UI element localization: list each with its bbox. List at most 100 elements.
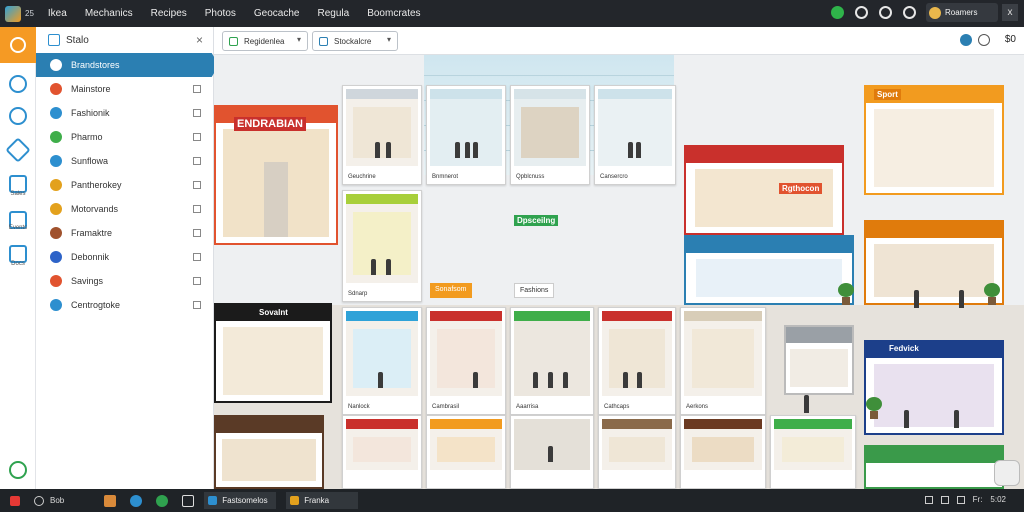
store-chip[interactable]: Sonafsom <box>430 283 472 298</box>
sidebar-item-checkbox[interactable] <box>193 109 201 117</box>
search-icon[interactable] <box>9 75 27 93</box>
category-icon <box>50 59 62 71</box>
store-card-caption: Aaarrisa <box>516 404 539 410</box>
sidebar-item-label: Motorvands <box>71 204 119 214</box>
sidebar-item-checkbox[interactable] <box>193 85 201 93</box>
start-icon[interactable] <box>10 495 20 506</box>
view-select[interactable]: Stockalcre ▾ <box>312 31 398 51</box>
store-card[interactable] <box>342 415 422 489</box>
store-app-icon[interactable] <box>182 494 195 507</box>
store-card[interactable]: Sdnarp <box>342 190 422 302</box>
menu-item-recipes[interactable]: Recipes <box>151 8 187 19</box>
storefront-right-3[interactable] <box>684 235 854 305</box>
browser-icon[interactable] <box>130 494 143 507</box>
sidebar-item-checkbox[interactable] <box>193 253 201 261</box>
chat-icon[interactable] <box>9 107 27 125</box>
close-button[interactable]: x <box>1002 4 1018 21</box>
store-card[interactable]: Aaarrisa <box>510 307 594 415</box>
shopper <box>904 410 909 428</box>
refresh-icon[interactable] <box>960 34 972 46</box>
app-logo-icon[interactable] <box>5 5 21 22</box>
chat-assistant-button[interactable] <box>994 460 1020 486</box>
store-card[interactable]: Bnmnerot <box>426 85 506 185</box>
rail-label-sales: Sales <box>10 191 26 197</box>
menu-item-mechanics[interactable]: Mechanics <box>85 8 133 19</box>
search-icon[interactable] <box>34 495 44 506</box>
store-card[interactable] <box>680 415 766 489</box>
filter-select[interactable]: Regidenlea ▾ <box>222 31 308 51</box>
menu-item-boomcrates[interactable]: Boomcrates <box>367 8 420 19</box>
sidebar-item[interactable]: Debonnik <box>36 245 213 269</box>
sidebar-item[interactable]: Savings <box>36 269 213 293</box>
info-icon[interactable] <box>978 34 990 46</box>
storefront-right-5[interactable] <box>864 340 1004 435</box>
sidebar-item-label: Fashionik <box>71 108 110 118</box>
sidebar-item[interactable]: Pantherokey <box>36 173 213 197</box>
store-card[interactable]: Geuchrine <box>342 85 422 185</box>
store-card[interactable]: Qpblcnuss <box>510 85 590 185</box>
storefront-right-2[interactable] <box>864 85 1004 195</box>
sidebar-item[interactable]: Brandstores <box>36 53 219 77</box>
tray-time[interactable]: 5:02 <box>990 495 1006 504</box>
mall-scene[interactable]: ENDRABIAN Sport Fedvick Sovalnt Geuchrin… <box>214 55 1024 489</box>
store-card-caption: Bnmnerot <box>432 174 459 180</box>
status-online-icon[interactable] <box>831 6 844 19</box>
category-icon <box>50 203 62 215</box>
sidebar-item[interactable]: Centrogtoke <box>36 293 213 317</box>
storefront-right-6[interactable] <box>784 325 854 395</box>
sidebar-item[interactable]: Mainstore <box>36 77 213 101</box>
sidebar-item[interactable]: Sunflowa <box>36 149 213 173</box>
chrome-icon[interactable] <box>156 494 169 507</box>
store-card[interactable]: Cathcaps <box>598 307 676 415</box>
store-chip[interactable]: Fashions <box>514 283 555 298</box>
store-card[interactable]: Cansercro <box>594 85 676 185</box>
plant-icon <box>838 283 854 305</box>
help-icon[interactable] <box>903 6 916 19</box>
sidebar-item[interactable]: Pharmo <box>36 125 213 149</box>
sidebar-item[interactable]: Fashionik <box>36 101 213 125</box>
taskbar-search-label[interactable]: Bob <box>50 496 64 505</box>
category-icon <box>50 83 62 95</box>
menu-item-regula[interactable]: Regula <box>318 8 350 19</box>
store-card[interactable] <box>770 415 856 489</box>
store-card-caption: Sdnarp <box>348 291 368 297</box>
volume-icon[interactable] <box>940 495 949 504</box>
battery-icon[interactable] <box>956 495 965 504</box>
sidebar-item-checkbox[interactable] <box>193 277 201 285</box>
storefront-bottom-left[interactable] <box>214 415 324 489</box>
sidebar-item-checkbox[interactable] <box>193 133 201 141</box>
store-card[interactable] <box>426 415 506 489</box>
storefront-right-4[interactable] <box>864 220 1004 305</box>
menu-item-geocache[interactable]: Geocache <box>254 8 300 19</box>
status-icon[interactable] <box>9 461 27 479</box>
settings-icon[interactable] <box>879 6 892 19</box>
sidebar-item[interactable]: Motorvands <box>36 197 213 221</box>
notification-icon[interactable] <box>855 6 868 19</box>
store-card[interactable] <box>510 415 594 489</box>
user-menu[interactable]: Roamers <box>926 3 998 22</box>
sidebar-item-label: Brandstores <box>71 60 120 70</box>
folder-icon[interactable] <box>104 494 117 507</box>
sidebar-item-checkbox[interactable] <box>193 205 201 213</box>
sidebar-item-checkbox[interactable] <box>193 157 201 165</box>
sidebar-item[interactable]: Framaktre <box>36 221 213 245</box>
menu-item-ikea[interactable]: Ikea <box>48 8 67 19</box>
storefront-right-7[interactable] <box>864 445 1004 489</box>
store-card-caption: Nanlock <box>348 404 370 410</box>
sidebar-close-button[interactable]: × <box>196 33 203 47</box>
plant-icon <box>866 397 882 419</box>
rail-home-button[interactable] <box>0 27 36 63</box>
sidebar-item-checkbox[interactable] <box>193 181 201 189</box>
taskbar-app[interactable]: Franka <box>286 492 359 509</box>
storefront-mid-left[interactable] <box>214 303 332 403</box>
network-icon[interactable] <box>924 495 933 504</box>
store-card[interactable]: Aerkons <box>680 307 766 415</box>
store-card[interactable]: Nanlock <box>342 307 422 415</box>
store-card[interactable]: Cambrasil <box>426 307 506 415</box>
sidebar-item-checkbox[interactable] <box>193 301 201 309</box>
menu-item-photos[interactable]: Photos <box>205 8 236 19</box>
sidebar-item-checkbox[interactable] <box>193 229 201 237</box>
taskbar-app[interactable]: Fastsomelos <box>204 492 277 509</box>
store-card[interactable] <box>598 415 676 489</box>
link-icon[interactable] <box>5 137 31 163</box>
